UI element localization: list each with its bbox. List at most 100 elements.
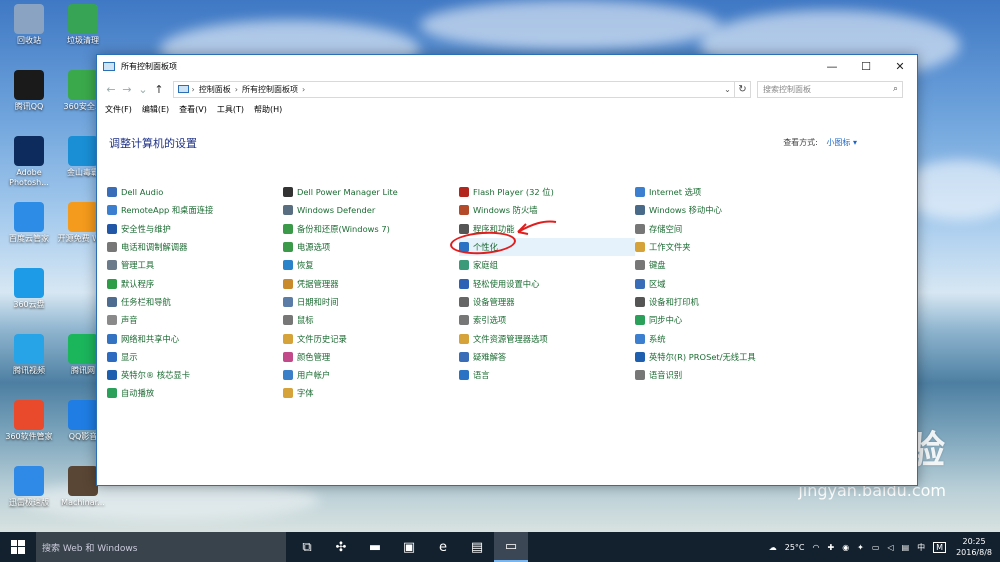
- speaker-icon[interactable]: ◁: [887, 543, 893, 552]
- wifi-icon[interactable]: ◠: [813, 543, 820, 552]
- taskbar-search-input[interactable]: 搜索 Web 和 Windows: [36, 532, 286, 562]
- breadcrumb-control-panel[interactable]: 控制面板: [199, 84, 231, 95]
- forward-button[interactable]: →: [119, 83, 135, 96]
- maximize-button[interactable]: ☐: [849, 55, 883, 77]
- antivirus-icon[interactable]: ◉: [842, 543, 849, 552]
- close-button[interactable]: ✕: [883, 55, 917, 77]
- control-panel-item[interactable]: 系统: [635, 329, 811, 347]
- control-panel-item[interactable]: 文件资源管理器选项: [459, 329, 635, 347]
- recent-locations-button[interactable]: ⌄: [135, 83, 151, 96]
- control-panel-item[interactable]: 设备和打印机: [635, 293, 811, 311]
- desktop-icon[interactable]: 腾讯QQ: [3, 70, 55, 112]
- control-panel-item[interactable]: Windows Defender: [283, 201, 459, 219]
- battery-icon[interactable]: ▭: [872, 543, 880, 552]
- up-button[interactable]: ↑: [151, 83, 167, 96]
- control-panel-item[interactable]: 电话和调制解调器: [107, 238, 283, 256]
- control-panel-item[interactable]: 英特尔® 核芯显卡: [107, 366, 283, 384]
- control-panel-item[interactable]: 用户帐户: [283, 366, 459, 384]
- task-view-icon[interactable]: ⧉: [290, 532, 324, 562]
- control-panel-item[interactable]: 声音: [107, 311, 283, 329]
- control-panel-item[interactable]: 默认程序: [107, 274, 283, 292]
- control-panel-item[interactable]: 存储空间: [635, 220, 811, 238]
- control-panel-item[interactable]: 电源选项: [283, 238, 459, 256]
- address-dropdown-icon[interactable]: ⌄: [720, 85, 734, 94]
- annotation-arrow-icon: [517, 220, 557, 235]
- search-input[interactable]: 搜索控制面板 ⌕: [757, 80, 903, 98]
- control-panel-item[interactable]: 疑难解答: [459, 348, 635, 366]
- notification-icon[interactable]: ▤: [902, 543, 910, 552]
- control-panel-item[interactable]: 索引选项: [459, 311, 635, 329]
- control-panel-icon[interactable]: ▭: [494, 532, 528, 562]
- title-bar[interactable]: 所有控制面板项 — ☐ ✕: [97, 55, 917, 77]
- item-label: 系统: [649, 333, 666, 344]
- menu-view[interactable]: 查看(V): [179, 104, 207, 115]
- breadcrumb-all-items[interactable]: 所有控制面板项: [242, 84, 298, 95]
- control-panel-item[interactable]: 同步中心: [635, 311, 811, 329]
- control-panel-item[interactable]: 管理工具: [107, 256, 283, 274]
- control-panel-item[interactable]: 键盘: [635, 256, 811, 274]
- control-panel-item[interactable]: 恢复: [283, 256, 459, 274]
- control-panel-item[interactable]: Dell Power Manager Lite: [283, 183, 459, 201]
- menu-tools[interactable]: 工具(T): [217, 104, 244, 115]
- control-panel-item[interactable]: 网络和共享中心: [107, 329, 283, 347]
- menu-file[interactable]: 文件(F): [105, 104, 132, 115]
- control-panel-item[interactable]: Internet 选项: [635, 183, 811, 201]
- control-panel-item[interactable]: 颜色管理: [283, 348, 459, 366]
- back-button[interactable]: ←: [103, 83, 119, 96]
- address-bar[interactable]: › 控制面板 › 所有控制面板项 › ⌄: [173, 80, 735, 98]
- control-panel-item[interactable]: 区域: [635, 274, 811, 292]
- control-panel-item[interactable]: Windows 移动中心: [635, 201, 811, 219]
- start-button[interactable]: [0, 532, 36, 562]
- control-panel-item[interactable]: 语言: [459, 366, 635, 384]
- control-panel-item[interactable]: RemoteApp 和桌面连接: [107, 201, 283, 219]
- desktop-icon[interactable]: 回收站: [3, 4, 55, 46]
- menu-help[interactable]: 帮助(H): [254, 104, 282, 115]
- weather-icon[interactable]: ☁: [769, 543, 777, 552]
- control-panel-item[interactable]: 日期和时间: [283, 293, 459, 311]
- ime-indicator[interactable]: 中: [917, 542, 925, 553]
- control-panel-item[interactable]: 字体: [283, 384, 459, 402]
- desktop-icon[interactable]: 360云盘: [3, 268, 55, 310]
- control-panel-item[interactable]: 轻松使用设置中心: [459, 274, 635, 292]
- fan-icon[interactable]: ✣: [324, 532, 358, 562]
- item-icon: [635, 260, 645, 271]
- control-panel-item[interactable]: 工作文件夹: [635, 238, 811, 256]
- menu-edit[interactable]: 编辑(E): [142, 104, 169, 115]
- clock[interactable]: 20:25 2016/8/8: [956, 536, 992, 558]
- control-panel-item[interactable]: 备份和还原(Windows 7): [283, 220, 459, 238]
- control-panel-item[interactable]: 凭据管理器: [283, 274, 459, 292]
- control-panel-item[interactable]: 任务栏和导航: [107, 293, 283, 311]
- file-explorer-icon[interactable]: ▬: [358, 532, 392, 562]
- control-panel-item[interactable]: 鼠标: [283, 311, 459, 329]
- edge-icon[interactable]: e: [426, 532, 460, 562]
- control-panel-item[interactable]: 自动播放: [107, 384, 283, 402]
- refresh-button[interactable]: ↻: [735, 80, 751, 98]
- desktop-icon[interactable]: Adobe Photosh...: [3, 136, 55, 188]
- control-panel-item[interactable]: Dell Audio: [107, 183, 283, 201]
- control-panel-item[interactable]: Flash Player (32 位): [459, 183, 635, 201]
- control-panel-item[interactable]: 显示: [107, 348, 283, 366]
- settings-icon[interactable]: ✦: [857, 543, 864, 552]
- desktop-icon[interactable]: 腾讯视频: [3, 334, 55, 376]
- ime-mode-icon[interactable]: M: [933, 541, 947, 553]
- desktop-icon[interactable]: 百度云管家: [3, 202, 55, 244]
- item-label: 同步中心: [649, 315, 683, 326]
- control-panel-item[interactable]: 文件历史记录: [283, 329, 459, 347]
- minimize-button[interactable]: —: [815, 55, 849, 77]
- item-icon: [283, 242, 293, 253]
- control-panel-item[interactable]: 设备管理器: [459, 293, 635, 311]
- view-by-dropdown[interactable]: 小图标 ▾: [826, 138, 857, 147]
- store-icon[interactable]: ▣: [392, 532, 426, 562]
- control-panel-item[interactable]: 家庭组: [459, 256, 635, 274]
- desktop-icon[interactable]: 迅雷极速版: [3, 466, 55, 508]
- image-app-icon[interactable]: ▤: [460, 532, 494, 562]
- control-panel-item[interactable]: 安全性与维护: [107, 220, 283, 238]
- desktop-icon[interactable]: 360软件管家: [3, 400, 55, 442]
- desktop-icon[interactable]: 垃圾清理: [57, 4, 109, 46]
- control-panel-item[interactable]: 英特尔(R) PROSet/无线工具: [635, 348, 811, 366]
- item-label: 家庭组: [473, 260, 498, 271]
- items-column: Dell Audio RemoteApp 和桌面连接 安全性与维护 电话和调制解调器管…: [107, 183, 283, 403]
- item-icon: [283, 370, 293, 381]
- tray-app-icon[interactable]: ✚: [827, 543, 834, 552]
- control-panel-item[interactable]: 语音识别: [635, 366, 811, 384]
